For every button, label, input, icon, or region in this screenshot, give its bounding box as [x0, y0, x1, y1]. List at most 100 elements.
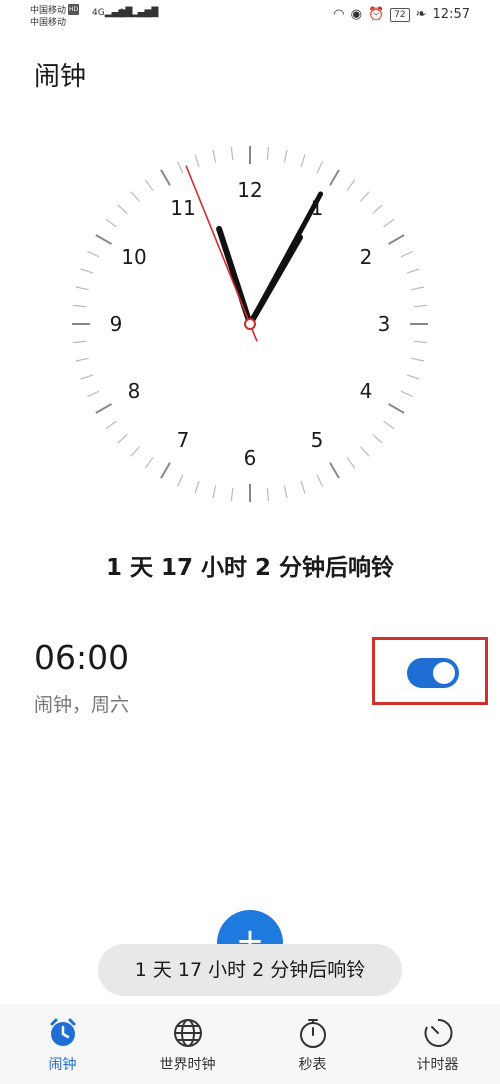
clock-tick: [72, 340, 86, 344]
clock-number: 11: [170, 196, 195, 220]
clock-tick: [414, 304, 428, 308]
hourglass-icon: ⧗: [146, 6, 155, 20]
clock-tick: [80, 268, 94, 274]
clock-number: 12: [237, 178, 262, 202]
tab-timer-label: 计时器: [416, 1057, 459, 1073]
status-time: 12:57: [432, 7, 470, 22]
clock-tick: [117, 433, 128, 444]
status-right: ◠ ◉ ⏰ 72 ❧ 12:57: [333, 7, 470, 22]
clock-tick: [160, 462, 171, 479]
clock-tick: [316, 474, 323, 487]
clock-tick: [329, 169, 340, 186]
clock-tick: [144, 457, 154, 469]
globe-icon: [173, 1019, 202, 1047]
timer-icon: [424, 1018, 453, 1047]
clock-number: 6: [244, 446, 257, 470]
clock-tick: [144, 179, 154, 191]
clock-tick: [212, 149, 217, 163]
alarm-toggle[interactable]: [407, 658, 459, 688]
clock-number: 7: [177, 428, 190, 452]
clock-number: 4: [360, 379, 373, 403]
clock-tick: [406, 268, 420, 274]
tab-alarm[interactable]: 闹钟: [0, 1004, 125, 1084]
carrier-1: 中国移动 HD: [30, 4, 80, 16]
clock-tick: [105, 218, 117, 228]
clock-tick: [383, 218, 395, 228]
bottom-nav: 闹钟 世界时钟 秒表 计时器: [0, 1004, 500, 1084]
clock-number: 5: [311, 428, 324, 452]
clock-tick: [130, 446, 141, 457]
clock-tick: [359, 191, 370, 202]
clock-tick: [177, 161, 184, 174]
clock-tick: [283, 149, 288, 163]
clock-tick: [411, 357, 425, 362]
toast-message: 1 天 17 小时 2 分钟后响铃: [98, 944, 402, 996]
alarm-clock-icon: [50, 1018, 75, 1046]
clock-tick: [400, 251, 413, 258]
stopwatch-icon: [299, 1019, 326, 1048]
clock-tick: [130, 191, 141, 202]
clock-tick: [80, 374, 94, 380]
clock-tick: [95, 234, 112, 245]
clock-tick: [388, 234, 405, 245]
alarm-status-icon: ⏰: [367, 7, 385, 22]
analog-clock: 121234567891011: [72, 146, 428, 502]
clock-tick: [359, 446, 370, 457]
clock-tick: [194, 480, 200, 494]
clock-tick: [87, 390, 100, 397]
alarm-time[interactable]: 06:00: [34, 638, 129, 677]
clock-tick: [300, 480, 306, 494]
battery-icon: 72: [390, 7, 410, 22]
clock-tick: [316, 161, 323, 174]
clock-tick: [75, 286, 89, 291]
clock-tick: [346, 179, 356, 191]
tab-world-clock[interactable]: 世界时钟: [125, 1004, 250, 1084]
clock-tick: [212, 485, 217, 499]
clock-tick: [117, 204, 128, 215]
clock-tick: [105, 420, 117, 430]
clock-number: 9: [110, 312, 123, 336]
clock-tick: [414, 340, 428, 344]
headset-icon: ◠: [333, 7, 345, 22]
clock-tick: [388, 403, 405, 414]
eye-icon: ◉: [350, 7, 362, 22]
clock-tick: [400, 390, 413, 397]
clock-tick: [266, 488, 270, 502]
tab-world-clock-label: 世界时钟: [159, 1057, 216, 1073]
hd-badge: HD: [68, 4, 80, 15]
clock-tick: [177, 474, 184, 487]
clock-tick: [329, 462, 340, 479]
status-bar: 中国移动 HD 中国移动 4G▂▄▆█ 4G▂▄▆█ ⧗ ◠ ◉ ⏰ 72 ❧ 1…: [0, 0, 500, 34]
clock-center: [244, 318, 256, 330]
clock-tick: [75, 357, 89, 362]
leaf-icon: ❧: [415, 7, 427, 22]
clock-tick: [87, 251, 100, 258]
tab-alarm-label: 闹钟: [48, 1057, 77, 1073]
clock-tick: [300, 154, 306, 168]
clock-tick: [406, 374, 420, 380]
tab-stopwatch[interactable]: 秒表: [250, 1004, 375, 1084]
clock-tick: [283, 485, 288, 499]
clock-tick: [372, 433, 383, 444]
minute-hand: [216, 225, 253, 327]
clock-number: 10: [121, 245, 146, 269]
countdown-text: 1 天 17 小时 2 分钟后响铃: [105, 555, 395, 581]
clock-tick: [411, 286, 425, 291]
clock-tick: [346, 457, 356, 469]
clock-tick: [230, 488, 234, 502]
tab-timer[interactable]: 计时器: [375, 1004, 500, 1084]
clock-number: 2: [360, 245, 373, 269]
clock-tick: [266, 146, 270, 160]
page-title: 闹钟: [34, 62, 87, 92]
toggle-knob: [433, 662, 455, 684]
clock-number: 8: [128, 379, 141, 403]
clock-tick: [383, 420, 395, 430]
clock-tick: [72, 304, 86, 308]
clock-number: 3: [378, 312, 391, 336]
carrier-2: 中国移动: [30, 18, 67, 28]
clock-tick: [230, 146, 234, 160]
clock-tick: [372, 204, 383, 215]
alarm-label[interactable]: 闹钟，周六: [34, 690, 129, 717]
clock-tick: [194, 154, 200, 168]
clock-tick: [160, 169, 171, 186]
